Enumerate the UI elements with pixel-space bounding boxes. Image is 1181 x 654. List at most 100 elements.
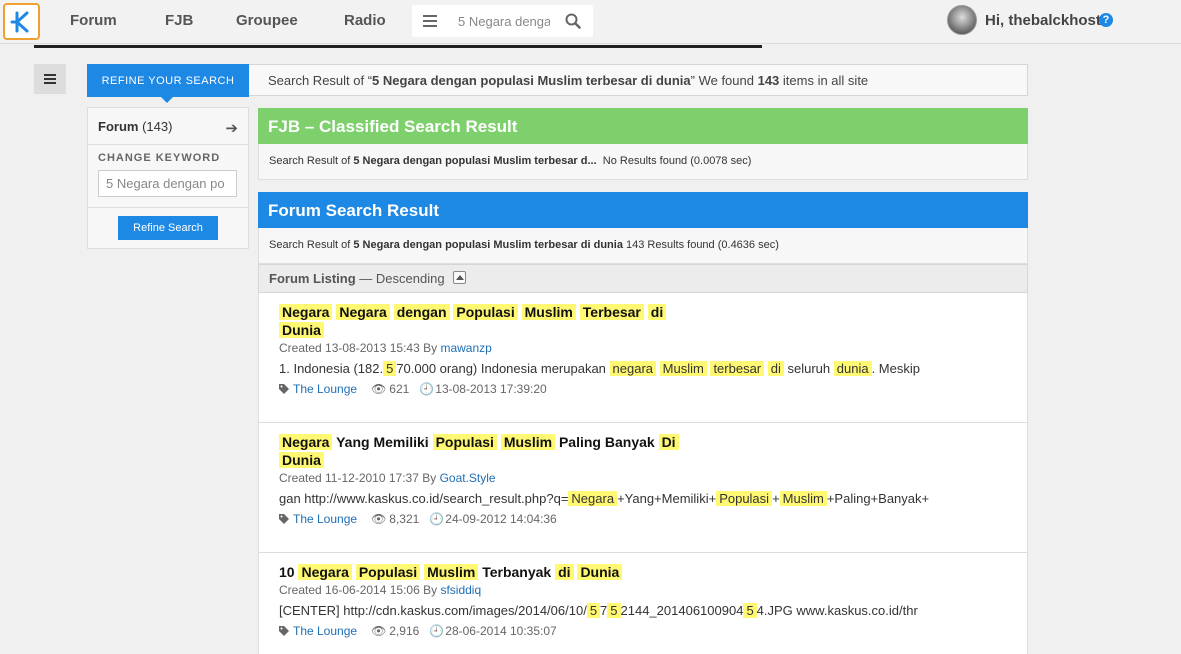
highlighted-term: di bbox=[767, 361, 784, 376]
result-created: Created 11-12-2010 17:37 By bbox=[279, 471, 440, 485]
highlighted-term: Muslim bbox=[659, 361, 707, 376]
keyword-input[interactable] bbox=[98, 170, 237, 197]
result-snippet: gan http://www.kaskus.co.id/search_resul… bbox=[279, 491, 1027, 506]
text-segment: gan http://www.kaskus.co.id/search_resul… bbox=[279, 491, 569, 506]
highlighted-term: dunia bbox=[833, 361, 872, 376]
result-title[interactable]: 10 Negara Populasi Muslim Terbanyak di D… bbox=[279, 563, 699, 581]
highlighted-term: Dunia bbox=[279, 452, 324, 468]
highlighted-term: di bbox=[647, 304, 667, 320]
result-title[interactable]: Negara Yang Memiliki Populasi Muslim Pal… bbox=[279, 433, 699, 469]
search-menu-icon[interactable] bbox=[422, 13, 438, 29]
text-segment: Paling Banyak bbox=[555, 434, 659, 450]
result-forum-link[interactable]: The Lounge bbox=[293, 512, 357, 526]
highlighted-term: 5 bbox=[383, 361, 397, 376]
text-segment: Terbanyak bbox=[478, 564, 556, 580]
result-views: 8,321 bbox=[389, 512, 420, 526]
user-avatar[interactable] bbox=[947, 5, 977, 35]
text-segment: + bbox=[772, 491, 780, 506]
header-search-input[interactable] bbox=[458, 11, 550, 31]
result-last-post: 28-06-2014 10:35:07 bbox=[445, 624, 557, 638]
refine-header: REFINE YOUR SEARCH Search Result of “5 N… bbox=[87, 64, 1028, 103]
highlighted-term: Dunia bbox=[279, 322, 324, 338]
result-forum-link[interactable]: The Lounge bbox=[293, 624, 357, 638]
listing-label: Forum Listing bbox=[269, 271, 356, 286]
result-author-link[interactable]: sfsiddiq bbox=[440, 583, 481, 597]
result-author-link[interactable]: mawanzp bbox=[440, 341, 491, 355]
user-greeting[interactable]: Hi, thebalckhost bbox=[985, 12, 1101, 29]
fjb-result-title: FJB – Classified Search Result bbox=[258, 108, 1028, 144]
result-forum-link[interactable]: The Lounge bbox=[293, 382, 357, 396]
refine-search-button[interactable]: Refine Search bbox=[118, 216, 218, 240]
results-list: Negara Negara dengan Populasi Muslim Ter… bbox=[258, 293, 1028, 654]
header-search bbox=[412, 5, 593, 37]
result-last-post: 13-08-2013 17:39:20 bbox=[435, 382, 547, 396]
result-item: 10 Negara Populasi Muslim Terbanyak di D… bbox=[259, 553, 1027, 654]
result-created: Created 16-06-2014 15:06 By bbox=[279, 583, 441, 597]
listing-order: — Descending bbox=[359, 271, 445, 286]
filter-forum[interactable]: Forum (143) ➔ bbox=[88, 108, 248, 145]
result-views: 2,916 bbox=[389, 624, 420, 638]
highlighted-term: Populasi bbox=[432, 434, 497, 450]
refine-your-search-tab[interactable]: REFINE YOUR SEARCH bbox=[87, 64, 249, 103]
text-segment: . Meskip bbox=[871, 361, 920, 376]
highlighted-term: dengan bbox=[393, 304, 450, 320]
eye-icon: 👁 bbox=[371, 382, 387, 396]
result-snippet: [CENTER] http://cdn.kaskus.com/images/20… bbox=[279, 603, 1027, 618]
clock-icon: 🕘 bbox=[419, 382, 435, 396]
text-segment: 10 bbox=[279, 564, 299, 580]
highlighted-term: Populasi bbox=[453, 304, 518, 320]
forum-sub-query: 5 Negara dengan populasi Muslim terbesar… bbox=[353, 239, 623, 251]
highlighted-term: Muslim bbox=[424, 564, 479, 580]
sidebar-toggle-button[interactable] bbox=[34, 64, 66, 94]
arrow-right-icon: ➔ bbox=[225, 120, 238, 137]
highlighted-term: Populasi bbox=[355, 564, 421, 580]
fjb-result-summary: Search Result of 5 Negara dengan populas… bbox=[258, 144, 1028, 180]
forum-sub-prefix: Search Result of bbox=[269, 239, 354, 251]
summary-suffix: items in all site bbox=[779, 73, 869, 88]
forum-result-title: Forum Search Result bbox=[258, 192, 1028, 228]
nav-groupee[interactable]: Groupee bbox=[236, 12, 298, 29]
clock-icon: 🕘 bbox=[429, 512, 445, 526]
highlighted-term: Muslim bbox=[500, 434, 556, 450]
highlighted-term: negara bbox=[609, 361, 657, 376]
tag-icon bbox=[279, 514, 289, 524]
help-icon[interactable]: ? bbox=[1099, 13, 1113, 27]
highlighted-term: terbesar bbox=[710, 361, 765, 376]
search-icon[interactable] bbox=[565, 13, 581, 32]
highlighted-term: Populasi bbox=[716, 491, 773, 506]
summary-prefix: Search Result of “ bbox=[268, 73, 373, 88]
refine-filter-panel: Forum (143) ➔ CHANGE KEYWORD Refine Sear… bbox=[87, 107, 249, 249]
result-meta: Created 16-06-2014 15:06 By sfsiddiq bbox=[279, 583, 1027, 597]
nav-fjb[interactable]: FJB bbox=[165, 12, 193, 29]
highlighted-term: 5 bbox=[743, 603, 757, 618]
nav-radio[interactable]: Radio bbox=[344, 12, 386, 29]
text-segment: +Yang+Memiliki+ bbox=[617, 491, 717, 506]
highlighted-term: di bbox=[555, 564, 574, 580]
forum-result-summary: Search Result of 5 Negara dengan populas… bbox=[258, 228, 1028, 264]
result-views: 621 bbox=[389, 382, 410, 396]
kaskus-logo[interactable] bbox=[3, 3, 40, 40]
fjb-sub-result: No Results found (0.0078 sec) bbox=[602, 155, 752, 167]
nav-forum[interactable]: Forum bbox=[70, 12, 117, 29]
tag-icon bbox=[279, 384, 289, 394]
highlighted-term: Terbesar bbox=[579, 304, 644, 320]
sort-toggle-icon[interactable] bbox=[453, 271, 467, 284]
top-navbar: Forum FJB Groupee Radio Hi, thebalckhost… bbox=[0, 0, 1181, 44]
summary-count: 143 bbox=[757, 73, 780, 88]
search-summary: Search Result of “5 Negara dengan popula… bbox=[268, 73, 868, 88]
tag-icon bbox=[279, 626, 289, 636]
highlighted-term: Di bbox=[658, 434, 679, 450]
highlighted-term: Dunia bbox=[577, 564, 623, 580]
fjb-sub-prefix: Search Result of bbox=[269, 155, 354, 167]
text-segment: +Paling+Banyak+ bbox=[826, 491, 930, 506]
highlighted-term: Negara bbox=[336, 304, 390, 320]
highlighted-term: Negara bbox=[568, 491, 618, 506]
result-item: Negara Negara dengan Populasi Muslim Ter… bbox=[259, 293, 1027, 423]
forum-sub-result: 143 Results found (0.4636 sec) bbox=[626, 239, 779, 251]
result-title[interactable]: Negara Negara dengan Populasi Muslim Ter… bbox=[279, 303, 699, 339]
highlighted-term: 5 bbox=[607, 603, 621, 618]
text-segment: Yang Memiliki bbox=[332, 434, 433, 450]
highlighted-term: Negara bbox=[298, 564, 352, 580]
result-author-link[interactable]: Goat.Style bbox=[440, 471, 496, 485]
result-meta: Created 11-12-2010 17:37 By Goat.Style bbox=[279, 471, 1027, 485]
